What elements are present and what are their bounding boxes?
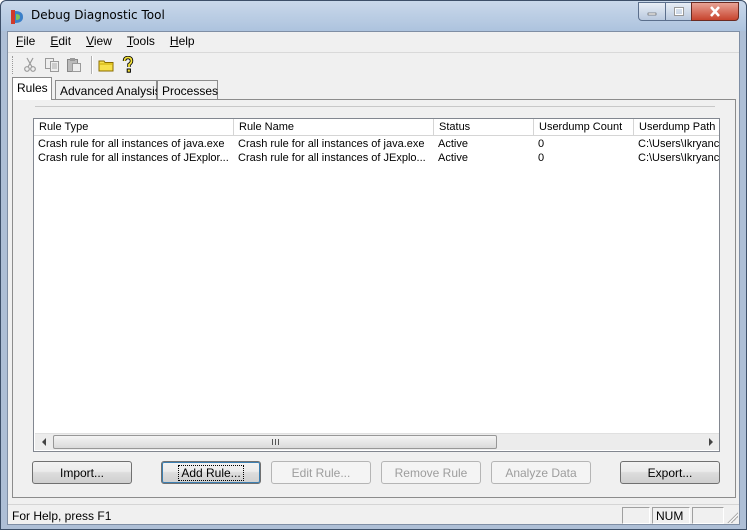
toolbar-grip[interactable]	[12, 56, 15, 74]
help-icon	[122, 56, 134, 73]
status-pane-num: NUM	[652, 507, 690, 524]
cut-button[interactable]	[20, 56, 40, 74]
edit-rule-button[interactable]: Edit Rule...	[271, 461, 371, 484]
maximize-icon	[673, 7, 684, 16]
cell-userdump-count: 0	[538, 138, 545, 150]
remove-rule-button-label: Remove Rule	[394, 465, 468, 480]
paste-button[interactable]	[64, 56, 84, 74]
client-area: File Edit View Tools Help Rules Advanced…	[7, 31, 740, 525]
analyze-data-button[interactable]: Analyze Data	[491, 461, 591, 484]
context-help-button[interactable]	[118, 56, 138, 74]
paste-icon	[67, 58, 81, 72]
close-icon	[710, 6, 720, 17]
edit-rule-button-label: Edit Rule...	[291, 465, 351, 480]
cell-status: Active	[438, 152, 468, 164]
title-bar[interactable]: Debug Diagnostic Tool	[1, 1, 746, 31]
cell-userdump-path: C:\Users\Ikryanc	[638, 138, 720, 150]
tab-rules-label: Rules	[17, 81, 48, 95]
cut-icon	[24, 57, 36, 72]
tab-processes[interactable]: Processes	[157, 80, 218, 99]
chevron-left-icon	[41, 438, 46, 446]
menu-tools-label: ools	[132, 34, 155, 48]
toolbar	[8, 52, 739, 76]
import-button-label: Import...	[59, 465, 104, 480]
cell-rule-type: Crash rule for all instances of java.exe	[38, 138, 225, 150]
cell-userdump-path: C:\Users\Ikryanc	[638, 152, 720, 164]
menu-file-label: ile	[23, 34, 36, 48]
column-status[interactable]: Status	[434, 119, 534, 136]
scrollbar-thumb[interactable]	[53, 435, 497, 449]
cell-rule-name: Crash rule for all instances of java.exe	[238, 138, 425, 150]
menu-edit[interactable]: Edit	[42, 32, 78, 51]
cell-rule-name: Crash rule for all instances of JExplo..…	[238, 152, 426, 164]
chevron-right-icon	[708, 438, 713, 446]
menu-view-mnemonic: V	[86, 34, 94, 48]
list-header: Rule Type Rule Name Status Userdump Coun…	[34, 119, 719, 136]
panel-divider	[35, 106, 715, 107]
toolbar-separator	[91, 56, 93, 74]
rules-tab-panel: Rule Type Rule Name Status Userdump Coun…	[12, 99, 736, 498]
scroll-right-button[interactable]	[702, 434, 719, 450]
tab-advanced-analysis[interactable]: Advanced Analysis	[55, 80, 161, 99]
column-rule-type[interactable]: Rule Type	[34, 119, 234, 136]
open-button[interactable]	[96, 56, 116, 74]
tab-rules[interactable]: Rules	[12, 77, 52, 100]
remove-rule-button[interactable]: Remove Rule	[381, 461, 481, 484]
minimize-icon	[647, 12, 657, 15]
minimize-button[interactable]	[638, 2, 666, 21]
menu-bar: File Edit View Tools Help	[8, 32, 739, 51]
horizontal-scrollbar[interactable]	[35, 433, 719, 450]
copy-button[interactable]	[42, 56, 62, 74]
tab-processes-label: Processes	[162, 84, 219, 98]
menu-edit-label: dit	[58, 34, 72, 48]
menu-view[interactable]: View	[78, 32, 119, 51]
add-rule-button[interactable]: Add Rule...	[161, 461, 261, 484]
status-message: For Help, press F1	[12, 509, 112, 523]
table-row[interactable]: Crash rule for all instances of JExplor.…	[34, 151, 720, 165]
rules-list[interactable]: Rule Type Rule Name Status Userdump Coun…	[33, 118, 720, 452]
maximize-button[interactable]	[665, 2, 692, 21]
app-icon	[11, 10, 23, 24]
copy-icon	[45, 58, 59, 72]
main-window: Debug Diagnostic Tool File Edit View Too…	[0, 0, 747, 530]
column-rule-name[interactable]: Rule Name	[234, 119, 434, 136]
analyze-data-button-label: Analyze Data	[505, 465, 577, 480]
scrollbar-grip	[271, 439, 279, 445]
window-title: Debug Diagnostic Tool	[31, 8, 165, 22]
export-button[interactable]: Export...	[620, 461, 720, 484]
column-userdump-path[interactable]: Userdump Path	[634, 119, 719, 136]
list-body: Crash rule for all instances of java.exe…	[34, 137, 720, 165]
status-pane-scrl	[692, 507, 724, 524]
menu-view-label: iew	[93, 34, 112, 48]
cell-userdump-count: 0	[538, 152, 545, 164]
menu-file[interactable]: File	[8, 32, 42, 51]
menu-help[interactable]: Help	[162, 32, 202, 51]
menu-tools[interactable]: Tools	[119, 32, 162, 51]
resize-grip[interactable]	[726, 511, 738, 523]
open-folder-icon	[98, 60, 114, 72]
add-rule-button-label: Add Rule...	[178, 464, 244, 481]
menu-help-label: elp	[178, 34, 195, 48]
status-bar: For Help, press F1 NUM	[8, 504, 739, 524]
column-userdump-count[interactable]: Userdump Count	[534, 119, 634, 136]
import-button[interactable]: Import...	[32, 461, 132, 484]
table-row[interactable]: Crash rule for all instances of java.exe…	[34, 137, 720, 151]
cell-status: Active	[438, 138, 468, 150]
scroll-left-button[interactable]	[35, 434, 52, 450]
menu-help-mnemonic: H	[169, 34, 179, 48]
tab-advanced-analysis-label: Advanced Analysis	[60, 84, 161, 98]
status-pane-caps	[622, 507, 650, 524]
cell-rule-type: Crash rule for all instances of JExplor.…	[38, 152, 229, 164]
export-button-label: Export...	[647, 465, 693, 480]
close-button[interactable]	[691, 2, 739, 21]
